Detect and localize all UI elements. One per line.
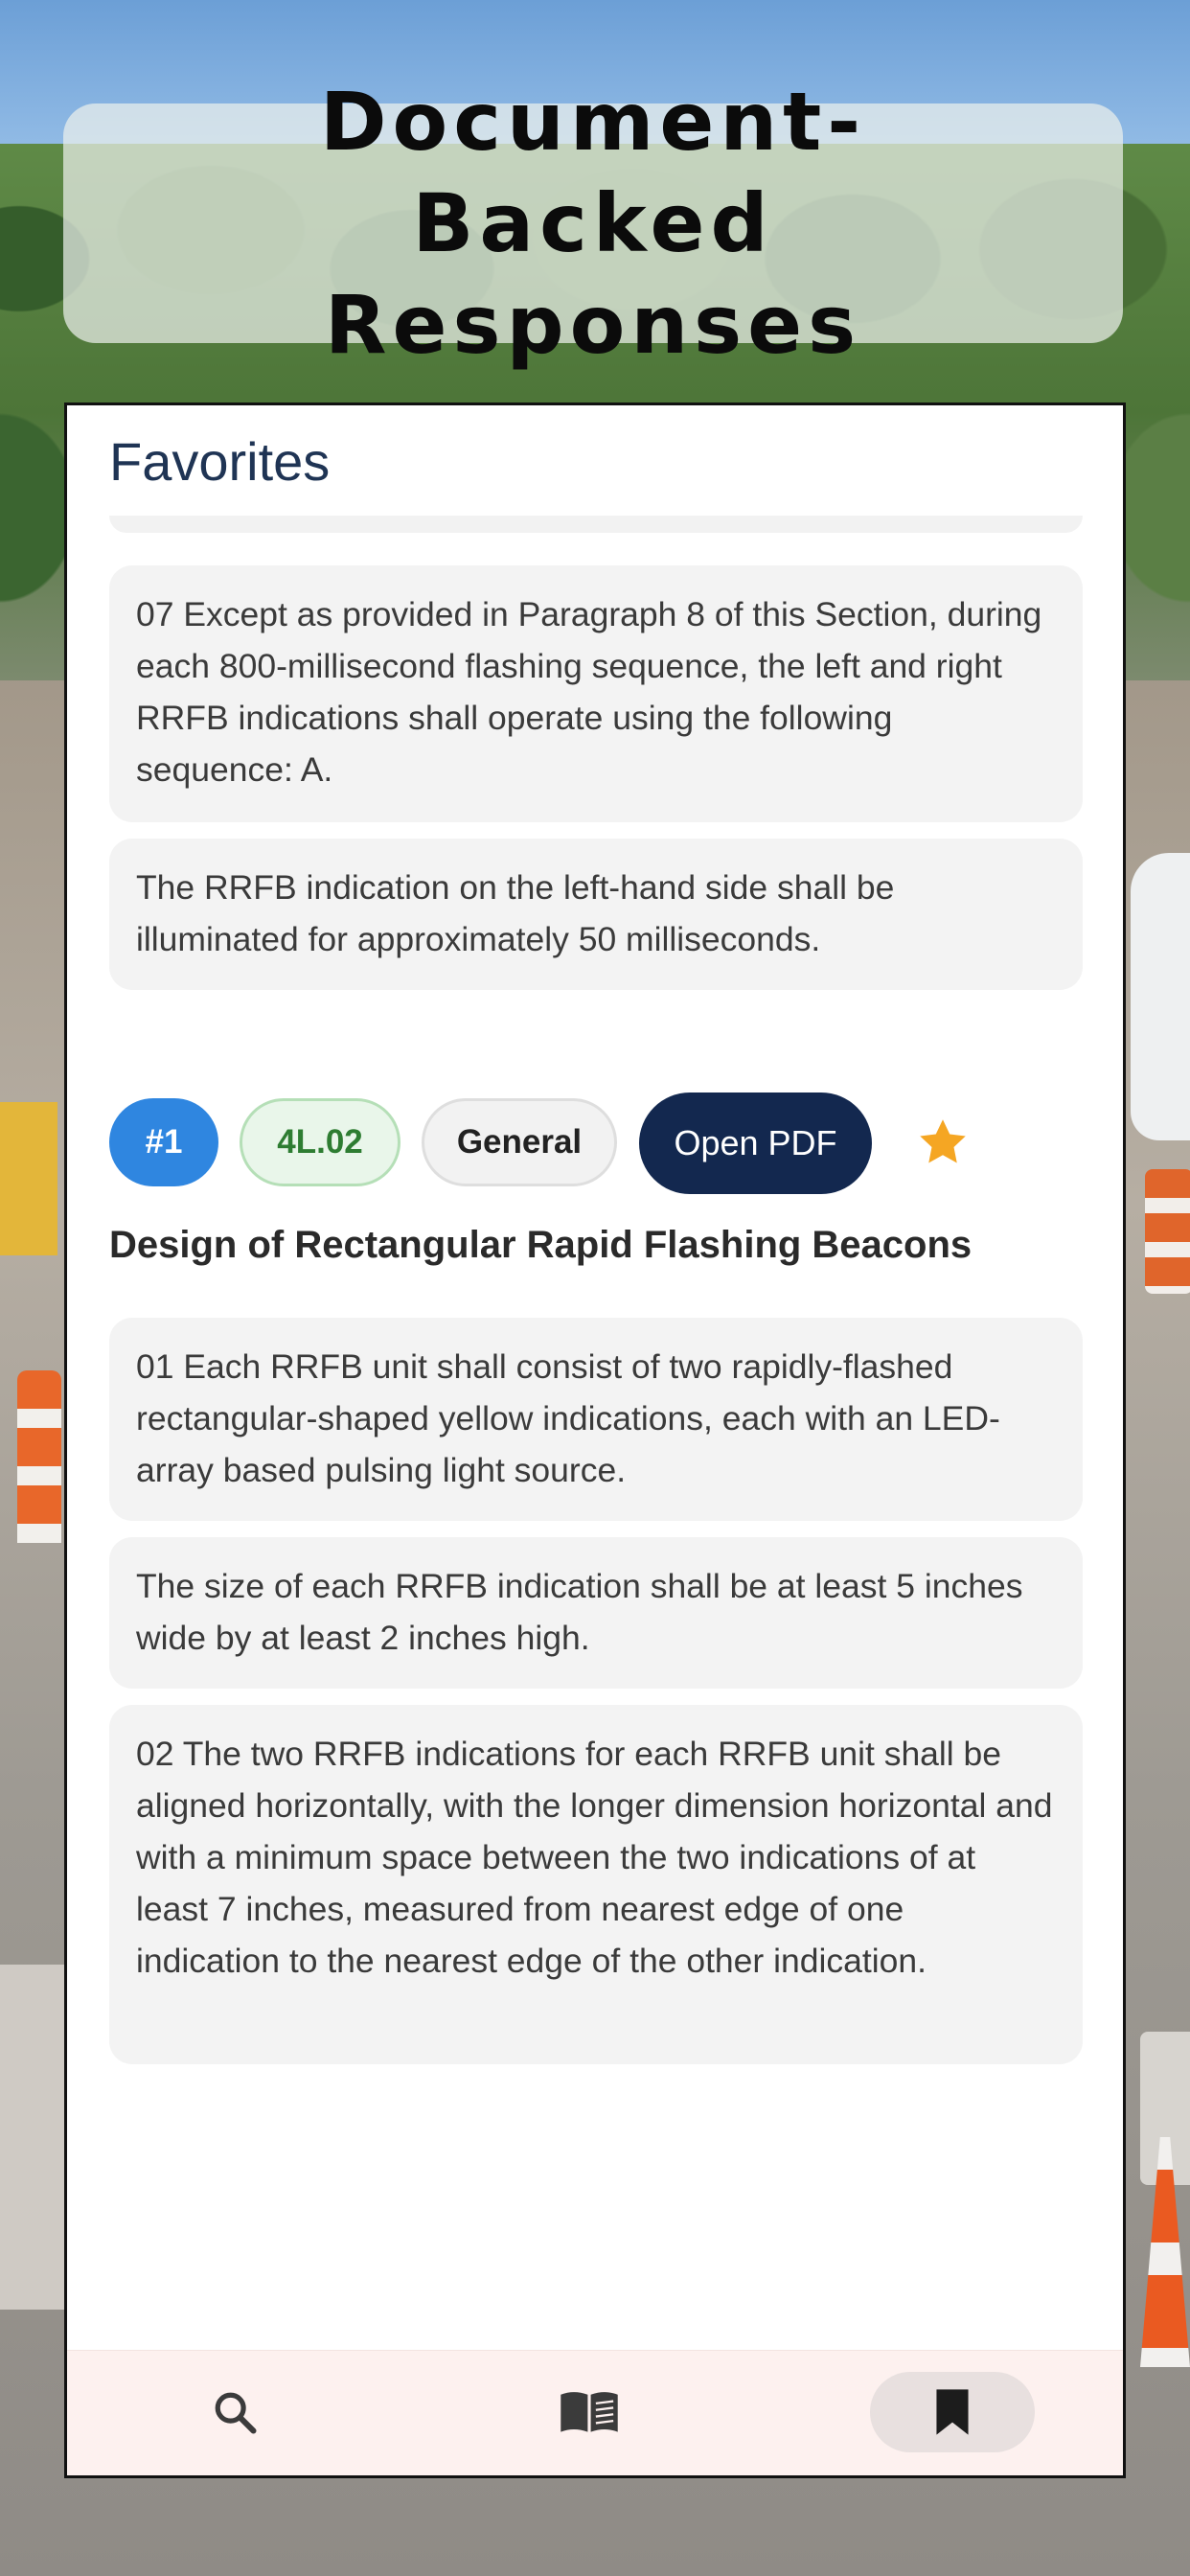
paragraph-card: The size of each RRFB indication shall b… (109, 1537, 1083, 1689)
open-pdf-button[interactable]: Open PDF (639, 1092, 872, 1194)
background-wall (0, 1965, 72, 2310)
app-title: Document-Backed Responses (319, 75, 867, 372)
bookmark-icon (936, 2389, 969, 2435)
app-title-card: Document-Backed Responses (63, 75, 1123, 372)
bottom-navigation (67, 2350, 1123, 2475)
favorites-list[interactable]: 07 Except as provided in Paragraph 8 of … (67, 516, 1123, 2370)
result-meta-row: #1 4L.02 General Open PDF (109, 1091, 1083, 1196)
search-icon (215, 2392, 257, 2434)
paragraph-card: The RRFB indication on the left-hand sid… (109, 839, 1083, 990)
book-icon (561, 2392, 618, 2432)
category-chip[interactable]: General (422, 1098, 617, 1186)
result-heading: Design of Rectangular Rapid Flashing Bea… (109, 1224, 973, 1266)
background-truck (1131, 853, 1190, 1140)
paragraph-card: 01 Each RRFB unit shall consist of two r… (109, 1318, 1083, 1521)
nav-documents[interactable] (546, 2372, 632, 2452)
favorites-panel: Favorites 07 Except as provided in Parag… (64, 402, 1126, 2478)
panel-title: Favorites (109, 431, 331, 492)
paragraph-card: 07 Except as provided in Paragraph 8 of … (109, 565, 1083, 822)
traffic-cone (17, 1370, 61, 1543)
panel-header: Favorites (67, 405, 1123, 516)
section-chip[interactable]: 4L.02 (240, 1098, 400, 1186)
previous-paragraph-card (109, 516, 1083, 533)
favorite-star-icon[interactable] (914, 1114, 972, 1171)
traffic-cone (1145, 1169, 1190, 1294)
nav-search[interactable] (192, 2372, 278, 2452)
rank-badge: #1 (109, 1098, 218, 1186)
background-barrier (0, 1102, 57, 1255)
nav-favorites[interactable] (870, 2372, 1035, 2452)
paragraph-card: 02 The two RRFB indications for each RRF… (109, 1705, 1083, 2064)
